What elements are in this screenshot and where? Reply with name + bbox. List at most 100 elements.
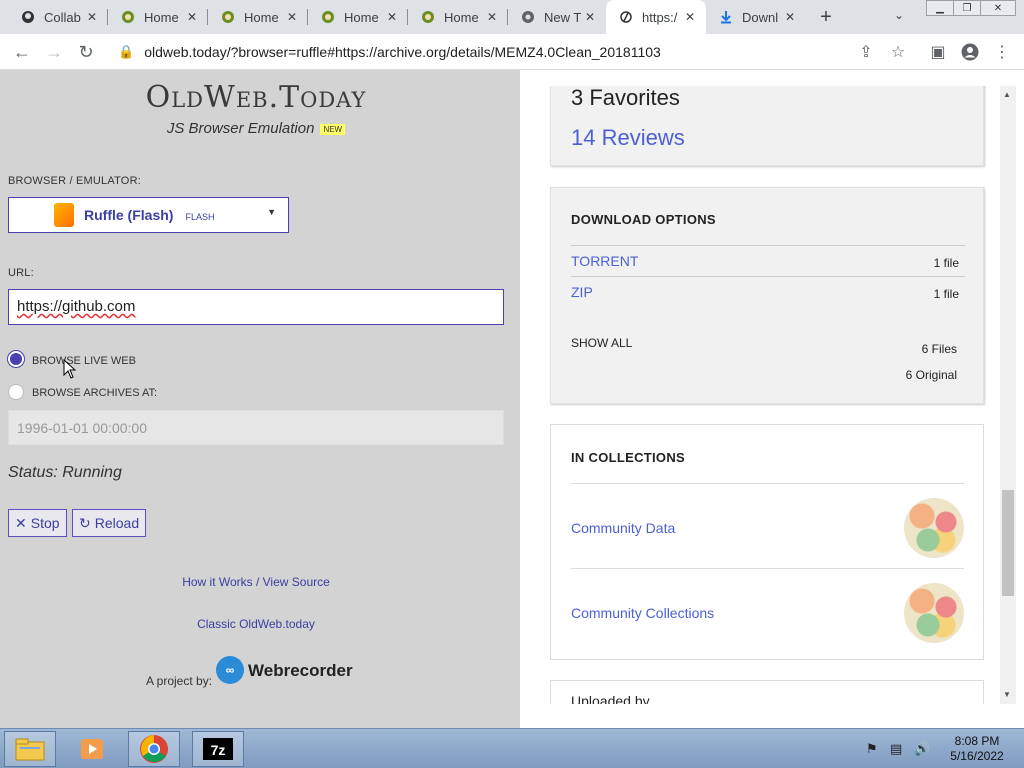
reviews-link[interactable]: 14 Reviews	[571, 125, 685, 151]
close-tab-icon[interactable]: ✕	[284, 9, 300, 25]
close-tab-icon[interactable]: ✕	[582, 9, 598, 25]
browse-live-label: BROWSE LIVE WEB	[32, 355, 136, 367]
download-icon	[718, 9, 734, 25]
close-tab-icon[interactable]: ✕	[782, 9, 798, 25]
new-tab-plus-icon[interactable]: +	[814, 5, 838, 29]
download-row: ZIP 1 file	[571, 276, 965, 307]
webrecorder-logo-icon[interactable]: ∞	[216, 656, 244, 684]
close-tab-icon[interactable]: ✕	[384, 9, 400, 25]
emulated-page: 3 Favorites 14 Reviews DOWNLOAD OPTIONS …	[520, 86, 1002, 704]
svg-text:7z: 7z	[211, 742, 226, 758]
address-text: oldweb.today/?browser=ruffle#https://arc…	[144, 44, 661, 60]
browse-archives-radio[interactable]	[8, 384, 24, 400]
files-count: 6 Files	[921, 342, 957, 356]
tab-home-2[interactable]: Home ✕	[208, 0, 308, 34]
close-tab-icon[interactable]: ✕	[184, 9, 200, 25]
original-count: 6 Original	[905, 368, 957, 382]
restore-icon[interactable]: ❐	[953, 0, 981, 16]
back-arrow-icon[interactable]: ←	[10, 40, 34, 64]
lock-icon: 🔒	[118, 44, 135, 59]
uploaded-by-label: Uploaded by	[571, 693, 650, 704]
menu-kebab-icon[interactable]: ⋮	[992, 42, 1012, 62]
url-label: URL:	[8, 267, 34, 279]
collection-thumbnail[interactable]	[904, 498, 964, 558]
close-tab-icon[interactable]: ✕	[682, 9, 698, 25]
scroll-down-icon[interactable]: ▼	[1003, 690, 1011, 699]
how-it-works-link[interactable]: How it Works / View Source	[0, 575, 512, 589]
collections-card: IN COLLECTIONS Community Data Community …	[550, 424, 984, 660]
stop-button[interactable]: ✕ Stop	[8, 509, 67, 537]
file-explorer-icon[interactable]	[4, 731, 56, 767]
close-tab-icon[interactable]: ✕	[84, 9, 100, 25]
address-bar[interactable]: 🔒 oldweb.today/?browser=ruffle#https://a…	[108, 37, 844, 67]
emulator-sub: FLASH	[185, 211, 215, 222]
collection-row[interactable]: Community Collections	[571, 568, 964, 649]
tab-download[interactable]: Downl ✕	[706, 0, 806, 34]
project-label: A project by:	[146, 674, 213, 688]
tab-search-chevron-icon[interactable]: ⌄	[894, 8, 904, 22]
reload-button[interactable]: ↻ Reload	[72, 509, 147, 537]
subtitle: JS Browser Emulation NEW	[0, 120, 512, 137]
browse-live-radio[interactable]	[8, 351, 24, 367]
side-panel-icon[interactable]: ▣	[928, 42, 948, 62]
tab-label: Downl	[742, 9, 779, 25]
tab-label: Collab	[44, 9, 81, 25]
home-icon	[120, 9, 136, 25]
tab-collab[interactable]: Collab ✕	[8, 0, 108, 34]
stop-label: Stop	[30, 515, 60, 531]
tab-strip: Collab ✕ Home ✕ Home ✕ Home ✕ Home ✕ New…	[0, 0, 1024, 34]
tab-home-3[interactable]: Home ✕	[308, 0, 408, 34]
network-icon[interactable]: ▤	[890, 741, 902, 757]
tab-home-4[interactable]: Home ✕	[408, 0, 508, 34]
oldweb-control-panel: OldWeb.Today JS Browser Emulation NEW BRO…	[0, 70, 520, 728]
archive-date-input[interactable]: 1996-01-01 00:00:00	[8, 410, 504, 445]
tab-label: Home	[344, 9, 379, 25]
collection-thumbnail[interactable]	[904, 583, 964, 643]
collection-link[interactable]: Community Collections	[571, 605, 714, 621]
download-torrent-link[interactable]: TORRENT	[571, 253, 638, 269]
forward-arrow-icon[interactable]: →	[42, 40, 66, 64]
chrome-taskbar-icon[interactable]	[128, 731, 180, 767]
download-zip-link[interactable]: ZIP	[571, 284, 593, 300]
minimize-icon[interactable]: ▁	[926, 0, 954, 16]
download-options-title: DOWNLOAD OPTIONS	[571, 212, 716, 227]
clock-date: 5/16/2022	[950, 749, 1004, 763]
oldweb-logo: OldWeb.Today	[145, 80, 367, 115]
share-icon[interactable]: ⇪	[856, 42, 876, 62]
download-row: TORRENT 1 file	[571, 245, 965, 276]
close-tab-icon[interactable]: ✕	[484, 9, 500, 25]
scrollbar-thumb[interactable]	[1002, 490, 1014, 596]
favorites-count: 3 Favorites	[571, 86, 680, 110]
tab-new[interactable]: New T ✕	[508, 0, 606, 34]
classic-oldweb-link[interactable]: Classic OldWeb.today	[0, 617, 512, 631]
tab-label: New T	[544, 9, 582, 25]
taskbar-clock[interactable]: 8:08 PM 5/16/2022	[942, 734, 1012, 764]
dropdown-caret-icon: ▼	[267, 207, 276, 217]
tab-active-oldweb[interactable]: https:/ ✕	[606, 0, 706, 34]
show-all-link[interactable]: SHOW ALL	[571, 336, 632, 350]
download-count: 1 file	[933, 256, 959, 270]
collection-link[interactable]: Community Data	[571, 520, 675, 536]
mouse-cursor-icon	[63, 358, 77, 384]
collection-row[interactable]: Community Data	[571, 483, 964, 564]
tab-home-1[interactable]: Home ✕	[108, 0, 208, 34]
collections-title: IN COLLECTIONS	[571, 450, 685, 465]
close-window-icon[interactable]: ✕	[980, 0, 1016, 16]
volume-icon[interactable]: 🔊	[914, 741, 930, 757]
scrollbar[interactable]: ▲ ▼	[1000, 86, 1016, 704]
reload-icon[interactable]: ↻	[74, 40, 98, 64]
7zip-icon[interactable]: 7z	[192, 731, 244, 767]
status-text: Status: Running	[8, 464, 122, 481]
bookmark-star-icon[interactable]: ☆	[888, 42, 908, 62]
emulator-select[interactable]: Ruffle (Flash) FLASH ▼	[8, 197, 289, 233]
media-player-icon[interactable]	[66, 731, 118, 767]
ruffle-flash-icon	[54, 203, 74, 227]
close-icon: ✕	[15, 514, 27, 531]
clock-time: 8:08 PM	[954, 734, 1000, 748]
scroll-up-icon[interactable]: ▲	[1003, 90, 1011, 99]
home-icon	[320, 9, 336, 25]
profile-avatar-icon[interactable]	[960, 42, 980, 62]
webrecorder-link[interactable]: Webrecorder	[248, 661, 353, 681]
url-input[interactable]: https://github.com	[8, 289, 504, 325]
action-center-flag-icon[interactable]: ⚑	[866, 741, 878, 757]
